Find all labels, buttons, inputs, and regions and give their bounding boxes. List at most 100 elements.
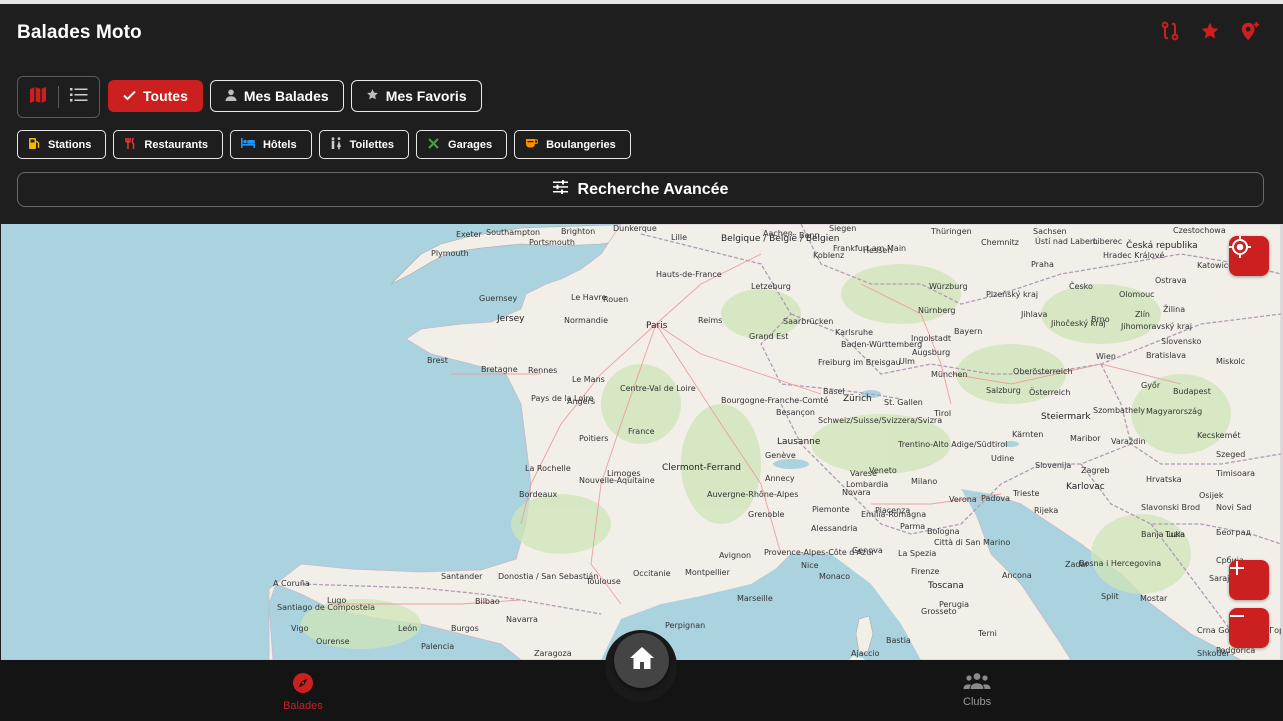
map-place-label: Ancona [1002, 571, 1032, 580]
map-place-label: Karlsruhe [835, 328, 874, 337]
map-place-label: Tirol [934, 409, 952, 418]
map-place-label: Slovensko [1161, 337, 1202, 346]
poi-toilets-button[interactable]: Toilettes [318, 130, 410, 159]
tools-icon [427, 137, 440, 153]
wc-icon [330, 136, 342, 153]
map-place-label: Novi Sad [1216, 503, 1252, 512]
map-place-label: Bologna [927, 527, 960, 536]
nav-label: Clubs [963, 696, 992, 708]
list-icon [70, 87, 88, 107]
map-place-label: Szombathely [1093, 406, 1146, 415]
map-place-label: Besançon [776, 408, 815, 417]
poi-garages-button[interactable]: Garages [416, 130, 508, 159]
poi-hotels-button[interactable]: Hôtels [229, 130, 312, 159]
map-place-label: Kärnten [1012, 430, 1044, 439]
map-canvas[interactable]: Exeter Southampton Brighton Portsmouth Plymo… [1, 224, 1281, 660]
map-place-label: Le Mans [572, 375, 605, 384]
map-place-label: Slavonski Brod [1141, 503, 1201, 512]
map-place-label: Varaždin [1111, 437, 1146, 446]
map-place-label: Siegen [829, 224, 857, 233]
poi-label: Toilettes [349, 138, 395, 151]
map-place-label: Hradec Králové [1103, 251, 1165, 260]
map-place-label: Mostar [1140, 594, 1168, 603]
map-place-label: Sachsen [1033, 227, 1067, 236]
compass-icon [292, 672, 314, 697]
map-place-label: Jersey [497, 314, 525, 324]
map-place-label: Česko [1069, 282, 1093, 291]
poi-restaurants-button[interactable]: Restaurants [113, 130, 223, 159]
map-place-label: Firenze [911, 567, 940, 576]
poi-stations-button[interactable]: Stations [17, 130, 107, 159]
nav-clubs[interactable]: Clubs [963, 672, 991, 708]
map-place-label: Aachen [763, 229, 793, 238]
filter-all-button[interactable]: Toutes [108, 80, 203, 112]
poi-row: Stations Restaurants Hôtels Toilettes Ga… [17, 130, 631, 159]
restaurant-icon [124, 136, 136, 153]
map-place-label: Österreich [1029, 388, 1071, 397]
map-place-label: Centre-Val de Loire [620, 384, 696, 393]
filter-label: Toutes [143, 88, 188, 104]
filter-my-rides-button[interactable]: Mes Balades [209, 80, 344, 112]
map-place-label: Navarra [506, 615, 538, 624]
map-place-label: Tuzla [1165, 530, 1186, 539]
list-view-button[interactable] [59, 77, 99, 117]
map-place-label: Marseille [737, 594, 773, 603]
map-place-label: Varese [850, 469, 877, 478]
advanced-search-label: Recherche Avancée [577, 180, 729, 198]
map-place-label: Budapest [1173, 387, 1211, 396]
map-place-label: Nouvelle-Aquitaine [579, 476, 655, 485]
map-place-label: Plymouth [431, 249, 469, 258]
app-header: Balades Moto Toutes Mes Balades Mes Favo… [0, 4, 1283, 224]
map-place-label: Perpignan [665, 621, 706, 630]
map-place-label: Frankfurt am Main [833, 244, 907, 253]
map-place-label: Santiago de Compostela [277, 603, 375, 612]
map-place-label: Emilia-Romagna [861, 510, 927, 519]
filter-label: Mes Balades [243, 88, 329, 104]
map-place-label: Clermont-Ferrand [662, 463, 742, 473]
nav-label: Balades [283, 700, 323, 712]
map-view-button[interactable] [18, 77, 58, 117]
map-place-label: Palencia [421, 642, 455, 651]
map-place-label: Chemnitz [981, 238, 1019, 247]
map-place-label: Freiburg im Breisgau [818, 358, 901, 367]
map-place-label: Praha [1031, 260, 1054, 269]
map-place-label: Guernsey [479, 294, 518, 303]
map-place-label: Exeter [456, 230, 482, 239]
filter-label: Mes Favoris [385, 88, 467, 104]
map-place-label: Ourense [316, 637, 350, 646]
map-place-label: Vigo [291, 624, 309, 633]
nav-balades[interactable]: Balades [283, 672, 323, 712]
map-place-label: Nürnberg [918, 306, 956, 315]
zoom-in-button[interactable] [1229, 560, 1269, 600]
poi-label: Garages [448, 138, 493, 151]
map-place-label: Jihomoravský kraj [1121, 322, 1192, 331]
map-place-label: Osijek [1199, 491, 1224, 500]
map-place-label: Toulouse [586, 577, 621, 586]
filter-favorites-button[interactable]: Mes Favoris [350, 80, 482, 112]
map-place-label: Zürich [843, 394, 872, 404]
map-place-label: Bonn [799, 231, 820, 240]
map-place-label: Brest [427, 356, 448, 365]
map-place-label: Bilbao [475, 597, 500, 606]
add-location-icon[interactable] [1239, 20, 1261, 42]
zoom-out-button[interactable] [1229, 608, 1269, 648]
map-place-label: Bratislava [1146, 351, 1186, 360]
star-icon[interactable] [1199, 20, 1221, 42]
map-place-label: Ostrava [1155, 276, 1187, 285]
map-place-label: Ajaccio [851, 649, 880, 658]
advanced-search-button[interactable]: Recherche Avancée [17, 172, 1264, 207]
poi-bakeries-button[interactable]: Boulangeries [514, 130, 631, 159]
map-place-label: Burgos [451, 624, 479, 633]
hotel-icon [240, 138, 255, 151]
map-place-label: Plzeňský kraj [986, 290, 1039, 299]
map-place-label: Portsmouth [529, 238, 575, 247]
home-button[interactable] [614, 633, 669, 688]
map-place-label: Basel [823, 387, 845, 396]
bakery-icon [525, 137, 539, 152]
map-place-label: Donostia / San Sebastián [498, 572, 599, 581]
locate-button[interactable] [1229, 236, 1269, 276]
route-icon[interactable] [1159, 20, 1181, 42]
map-place-label: Miskolc [1216, 357, 1246, 366]
map-place-label: Augsburg [912, 348, 951, 357]
map-place-label: Padova [981, 494, 1010, 503]
